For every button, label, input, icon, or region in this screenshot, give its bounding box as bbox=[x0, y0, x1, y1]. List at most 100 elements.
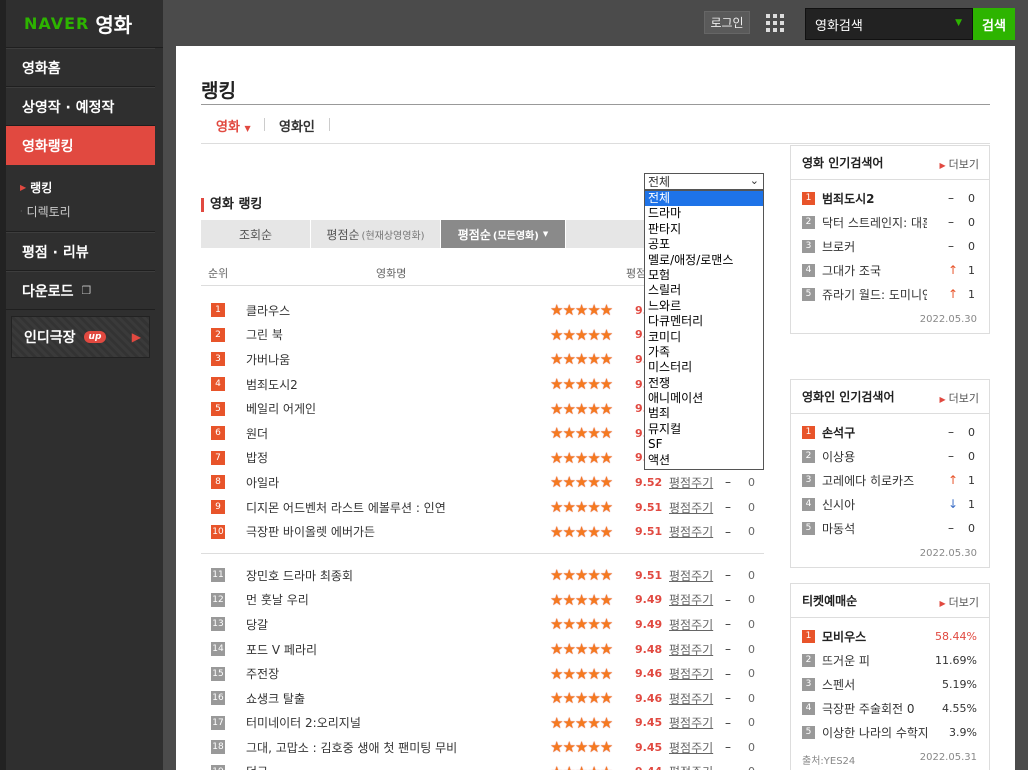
movie-title-link[interactable]: 그린 북 bbox=[246, 326, 283, 343]
more-link[interactable]: ▶ 더보기 bbox=[939, 156, 979, 172]
genre-option[interactable]: 범죄 bbox=[645, 406, 763, 421]
list-item[interactable]: 5 쥬라기 월드: 도미니언 ↑ 1 bbox=[791, 282, 989, 306]
list-item[interactable]: 4 신시아 ↓ 1 bbox=[791, 492, 989, 516]
item-name[interactable]: 범죄도시2 bbox=[822, 190, 927, 207]
sidebar-item-ranking[interactable]: 영화랭킹 bbox=[6, 126, 155, 165]
list-item[interactable]: 3 스펜서 5.19% bbox=[791, 672, 989, 696]
apps-grid-icon[interactable] bbox=[766, 14, 784, 32]
genre-select[interactable]: 전체 ⌄ bbox=[644, 173, 764, 190]
movie-title-link[interactable]: 터미네이터 2:오리지널 bbox=[246, 714, 361, 731]
movie-title-link[interactable]: 가버나움 bbox=[246, 351, 290, 368]
movie-title-link[interactable]: 쇼생크 탈출 bbox=[246, 690, 305, 707]
sidebar-item-movie-home[interactable]: 영화홈 bbox=[6, 48, 155, 87]
tab-people[interactable]: 영화인 bbox=[279, 116, 315, 135]
item-name[interactable]: 마동석 bbox=[822, 520, 927, 537]
item-name[interactable]: 신시아 bbox=[822, 496, 927, 513]
movie-title-link[interactable]: 범죄도시2 bbox=[246, 376, 298, 393]
list-item[interactable]: 4 그대가 조국 ↑ 1 bbox=[791, 258, 989, 282]
more-link[interactable]: ▶ 더보기 bbox=[939, 390, 979, 406]
item-name[interactable]: 모비우스 bbox=[822, 628, 927, 645]
genre-option[interactable]: 멜로/애정/로맨스 bbox=[645, 253, 763, 268]
search-scope-select[interactable]: 영화검색 ▼ bbox=[805, 8, 973, 40]
genre-option[interactable]: 느와르 bbox=[645, 299, 763, 314]
item-name[interactable]: 손석구 bbox=[822, 424, 927, 441]
movie-title-link[interactable]: 아일라 bbox=[246, 474, 279, 491]
genre-option[interactable]: 액션 bbox=[645, 453, 763, 468]
item-name[interactable]: 그대가 조국 bbox=[822, 262, 927, 279]
genre-option[interactable]: 스릴러 bbox=[645, 283, 763, 298]
genre-option[interactable]: 공포 bbox=[645, 237, 763, 252]
movie-title-link[interactable]: 당갈 bbox=[246, 616, 268, 633]
list-item[interactable]: 1 모비우스 58.44% bbox=[791, 624, 989, 648]
rate-button[interactable]: 평점주기 bbox=[669, 591, 713, 608]
item-name[interactable]: 뜨거운 피 bbox=[822, 652, 927, 669]
sidebar-item-reviews[interactable]: 평점 · 리뷰 bbox=[6, 232, 155, 271]
rate-button[interactable]: 평점주기 bbox=[669, 474, 713, 491]
movie-title-link[interactable]: 장민호 드라마 최종회 bbox=[246, 567, 353, 584]
item-name[interactable]: 고레에다 히로카즈 bbox=[822, 472, 927, 489]
sidebar-item-download[interactable]: 다운로드 ❐ bbox=[6, 271, 155, 310]
rate-button[interactable]: 평점주기 bbox=[669, 616, 713, 633]
rate-button[interactable]: 평점주기 bbox=[669, 523, 713, 540]
item-name[interactable]: 스펜서 bbox=[822, 676, 927, 693]
movie-title-link[interactable]: 그대, 고맙소 : 김호중 생애 첫 팬미팅 무비 bbox=[246, 739, 457, 756]
list-item[interactable]: 4 극장판 주술회전 0 4.55% bbox=[791, 696, 989, 720]
rate-button[interactable]: 평점주기 bbox=[669, 714, 713, 731]
genre-option[interactable]: 판타지 bbox=[645, 222, 763, 237]
genre-option[interactable]: 드라마 bbox=[645, 206, 763, 221]
movie-title-link[interactable]: 클라우스 bbox=[246, 302, 290, 319]
list-item[interactable]: 5 마동석 –0 bbox=[791, 516, 989, 540]
genre-option[interactable]: 뮤지컬 bbox=[645, 422, 763, 437]
genre-option[interactable]: 코미디 bbox=[645, 330, 763, 345]
item-name[interactable]: 닥터 스트레인지: 대혼돈의 멀티버스 bbox=[822, 214, 927, 231]
movie-title-link[interactable]: 디지몬 어드벤처 라스트 에볼루션 : 인연 bbox=[246, 499, 446, 516]
genre-option[interactable]: SF bbox=[645, 437, 763, 452]
genre-option[interactable]: 모험 bbox=[645, 268, 763, 283]
rate-button[interactable]: 평점주기 bbox=[669, 739, 713, 756]
sort-tab-views[interactable]: 조회순 bbox=[201, 220, 311, 248]
sidebar-item-now-showing[interactable]: 상영작 · 예정작 bbox=[6, 87, 155, 126]
item-name[interactable]: 브로커 bbox=[822, 238, 927, 255]
movie-title-link[interactable]: 먼 훗날 우리 bbox=[246, 591, 309, 608]
rate-button[interactable]: 평점주기 bbox=[669, 665, 713, 682]
movie-title-link[interactable]: 주전장 bbox=[246, 665, 279, 682]
list-item[interactable]: 1 손석구 –0 bbox=[791, 420, 989, 444]
search-button[interactable]: 검색 bbox=[973, 8, 1015, 40]
rate-button[interactable]: 평점주기 bbox=[669, 641, 713, 658]
item-name[interactable]: 쥬라기 월드: 도미니언 bbox=[822, 286, 927, 303]
movie-title-link[interactable]: 극장판 바이올렛 에버가든 bbox=[246, 523, 375, 540]
list-item[interactable]: 1 범죄도시2 –0 bbox=[791, 186, 989, 210]
item-name[interactable]: 극장판 주술회전 0 bbox=[822, 700, 927, 717]
movie-title-link[interactable]: 덕구 bbox=[246, 763, 268, 770]
movie-title-link[interactable]: 밥정 bbox=[246, 449, 268, 466]
genre-option[interactable]: 전체 bbox=[645, 191, 763, 207]
genre-option[interactable]: 다큐멘터리 bbox=[645, 314, 763, 329]
list-item[interactable]: 2 뜨거운 피 11.69% bbox=[791, 648, 989, 672]
list-item[interactable]: 3 브로커 –0 bbox=[791, 234, 989, 258]
naver-movie-logo[interactable]: NAVER 영화 bbox=[6, 0, 163, 48]
indie-theater-banner[interactable]: 인디극장 up ▶ bbox=[11, 316, 150, 358]
sidebar-subitem-directory[interactable]: · 디렉토리 bbox=[20, 199, 155, 223]
genre-option[interactable]: 미스터리 bbox=[645, 360, 763, 375]
genre-option[interactable]: 가족 bbox=[645, 345, 763, 360]
movie-title-link[interactable]: 베일리 어게인 bbox=[246, 400, 316, 417]
rate-button[interactable]: 평점주기 bbox=[669, 763, 713, 770]
sidebar-subitem-ranking[interactable]: ▶ 랭킹 bbox=[20, 175, 155, 199]
rate-button[interactable]: 평점주기 bbox=[669, 567, 713, 584]
sort-tab-score-all[interactable]: 평점순 (모든영화) ▼ bbox=[441, 220, 566, 248]
genre-option[interactable]: 전쟁 bbox=[645, 376, 763, 391]
more-link[interactable]: ▶ 더보기 bbox=[939, 594, 979, 610]
genre-option[interactable]: 애니메이션 bbox=[645, 391, 763, 406]
rate-button[interactable]: 평점주기 bbox=[669, 690, 713, 707]
movie-title-link[interactable]: 원더 bbox=[246, 425, 268, 442]
item-name[interactable]: 이상용 bbox=[822, 448, 927, 465]
list-item[interactable]: 5 이상한 나라의 수학자 3.9% bbox=[791, 720, 989, 744]
list-item[interactable]: 3 고레에다 히로카즈 ↑ 1 bbox=[791, 468, 989, 492]
login-button[interactable]: 로그인 bbox=[704, 11, 750, 34]
sort-tab-score-current[interactable]: 평점순 (현재상영영화) bbox=[311, 220, 441, 248]
movie-title-link[interactable]: 포드 V 페라리 bbox=[246, 641, 317, 658]
rate-button[interactable]: 평점주기 bbox=[669, 499, 713, 516]
item-name[interactable]: 이상한 나라의 수학자 bbox=[822, 724, 927, 741]
list-item[interactable]: 2 이상용 –0 bbox=[791, 444, 989, 468]
list-item[interactable]: 2 닥터 스트레인지: 대혼돈의 멀티버스 –0 bbox=[791, 210, 989, 234]
